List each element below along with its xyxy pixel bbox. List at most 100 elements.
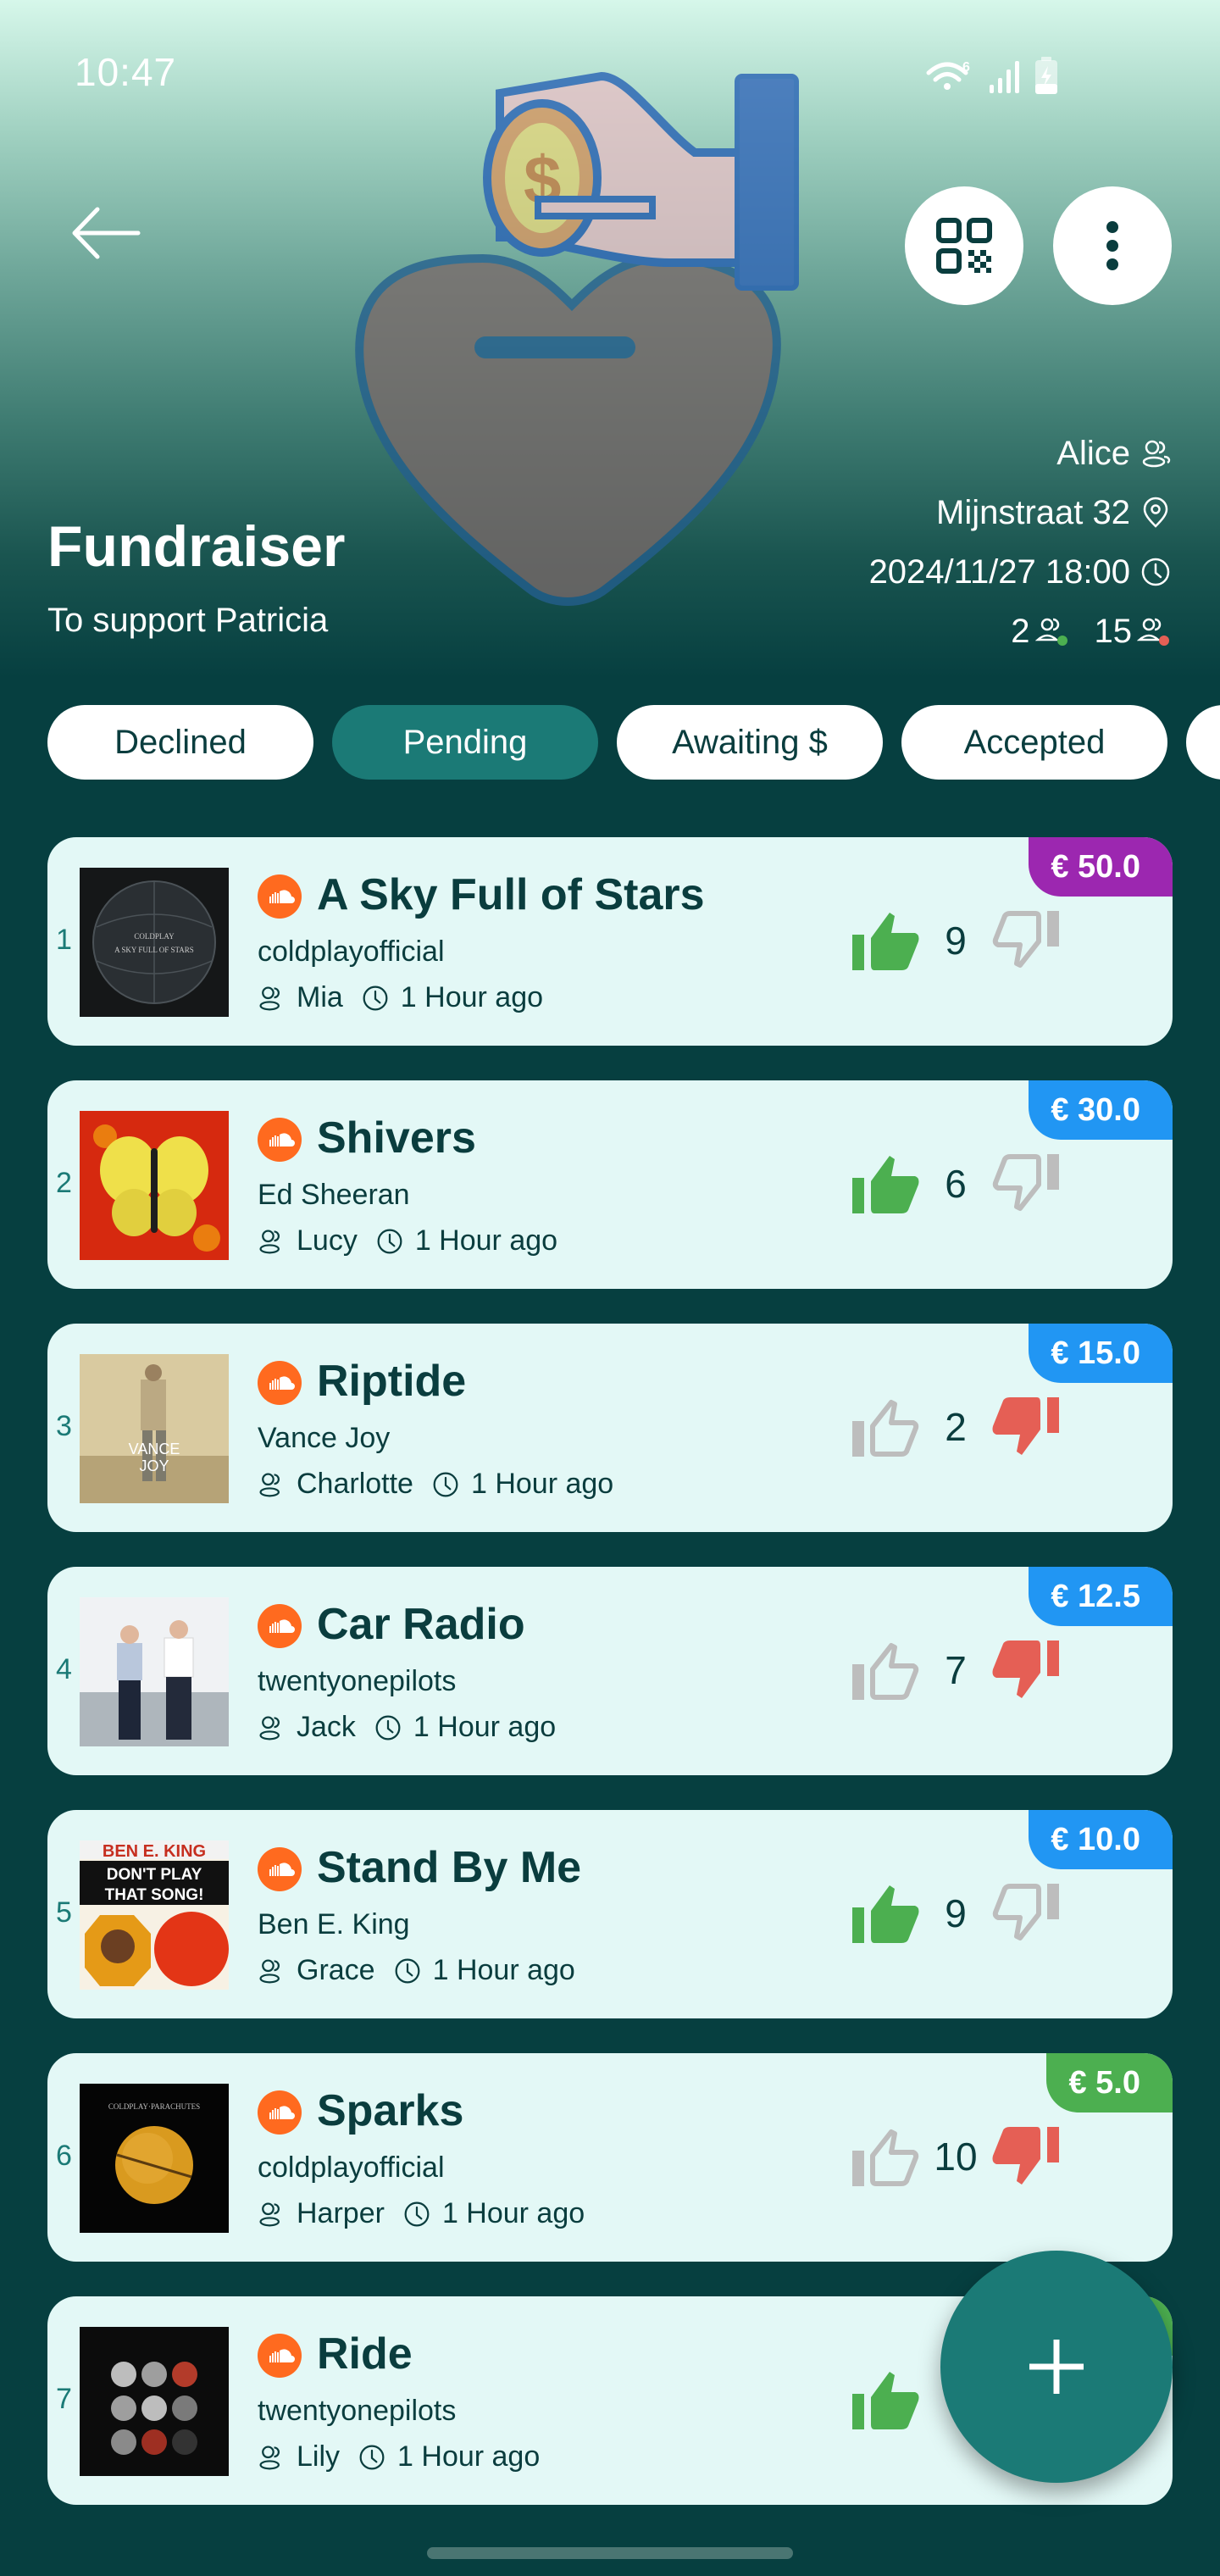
song-title: Stand By Me <box>317 1843 582 1892</box>
thumbs-up-icon <box>852 1885 919 1943</box>
request-info: Charlotte 1 Hour ago <box>258 1468 613 1501</box>
svg-text:THAT SONG!: THAT SONG! <box>105 1886 204 1904</box>
upvote-button[interactable] <box>851 1393 922 1461</box>
downvote-button[interactable] <box>990 1636 1061 1704</box>
upvote-button[interactable] <box>851 2366 922 2434</box>
song-artist: coldplayofficial <box>258 2151 445 2184</box>
requester-user-icon <box>259 1229 280 1253</box>
downvote-button[interactable] <box>990 1879 1061 1947</box>
requester-name: Charlotte <box>297 1468 413 1500</box>
back-button[interactable] <box>59 195 152 271</box>
song-request-card[interactable]: 2 Shivers Ed Sheeran Lucy 1 Hour ago 6 €… <box>47 1080 1173 1289</box>
request-info: Grace 1 Hour ago <box>258 1954 575 1987</box>
rank-number: 5 <box>56 1896 72 1929</box>
song-artist: Vance Joy <box>258 1422 391 1454</box>
more-options-button[interactable] <box>1053 186 1172 305</box>
song-request-card[interactable]: 1 COLDPLAY A SKY FULL OF STARS A Sky Full… <box>47 837 1173 1046</box>
status-tabs: Declined Pending Awaiting $ Accepted <box>47 705 1220 780</box>
riptide-cover: VANCE JOY <box>80 1354 229 1503</box>
request-info: Jack 1 Hour ago <box>258 1711 556 1744</box>
upvote-button[interactable] <box>851 1636 922 1704</box>
request-time: 1 Hour ago <box>400 981 544 1013</box>
vote-controls: 9 <box>851 1879 1061 1947</box>
thumbs-down-icon <box>992 1641 1059 1698</box>
ride-cover <box>80 2327 229 2476</box>
upvote-button[interactable] <box>851 1150 922 1218</box>
clock-icon <box>1141 558 1170 586</box>
price-badge: € 5.0 <box>1046 2053 1173 2112</box>
price-badge: € 30.0 <box>1029 1080 1173 1140</box>
thumbs-up-icon <box>852 1156 919 1213</box>
upvote-button[interactable] <box>851 907 922 974</box>
vote-count: 10 <box>934 2135 978 2179</box>
song-request-card[interactable]: 4 Car Radio twentyonepilots Jack 1 Hour … <box>47 1567 1173 1775</box>
event-subtitle: To support Patricia <box>47 602 329 639</box>
rank-number: 6 <box>56 2140 72 2172</box>
price-badge: € 15.0 <box>1029 1324 1173 1383</box>
rank-number: 7 <box>56 2383 72 2415</box>
downvote-button[interactable] <box>990 2123 1061 2190</box>
attendance-row: 2 15 <box>869 602 1171 661</box>
downvote-button[interactable] <box>990 1150 1061 1218</box>
stand-by-me-cover: BEN E. KING DON'T PLAY THAT SONG! <box>80 1840 229 1990</box>
gesture-nav-handle[interactable] <box>427 2547 793 2559</box>
song-title: Shivers <box>317 1113 476 1163</box>
request-time-icon <box>377 1229 402 1253</box>
request-time-icon <box>359 2445 385 2469</box>
event-title: Fundraiser <box>47 514 346 579</box>
requester-name: Grace <box>297 1954 375 1986</box>
song-artist: Ben E. King <box>258 1908 410 1940</box>
svg-text:BEN E. KING: BEN E. KING <box>103 1842 206 1861</box>
song-request-card[interactable]: 3 VANCE JOY Riptide Vance Joy Charlotte 1… <box>47 1324 1173 1532</box>
request-time: 1 Hour ago <box>397 2440 541 2473</box>
online-count: 2 <box>1011 612 1030 650</box>
song-title: Sparks <box>317 2086 464 2135</box>
request-time: 1 Hour ago <box>414 1224 558 1257</box>
tab-declined[interactable]: Declined <box>47 705 313 780</box>
thumbs-up-icon <box>852 913 919 970</box>
vote-controls: 10 <box>851 2123 1061 2190</box>
datetime-row: 2024/11/27 18:00 <box>869 542 1171 602</box>
tab-accepted[interactable]: Accepted <box>901 705 1167 780</box>
request-time-icon <box>433 1472 458 1496</box>
downvote-button[interactable] <box>990 907 1061 974</box>
rank-number: 4 <box>56 1653 72 1685</box>
svg-text:VANCE: VANCE <box>129 1441 180 1457</box>
add-song-button[interactable] <box>940 2251 1173 2483</box>
upvote-button[interactable] <box>851 1879 922 1947</box>
song-title: Car Radio <box>317 1600 525 1649</box>
svg-text:DON'T PLAY: DON'T PLAY <box>107 1866 202 1884</box>
rank-number: 3 <box>56 1410 72 1442</box>
event-address: Mijnstraat 32 <box>936 493 1130 531</box>
tab-pending[interactable]: Pending <box>332 705 598 780</box>
users-offline-icon <box>1137 618 1169 646</box>
car-radio-cover <box>80 1597 229 1746</box>
downvote-button[interactable] <box>990 1393 1061 1461</box>
requester-user-icon <box>259 1472 280 1496</box>
sky-full-of-stars-cover-image: COLDPLAY A SKY FULL OF STARS <box>80 868 229 1017</box>
vote-count: 7 <box>945 1648 967 1692</box>
request-info: Harper 1 Hour ago <box>258 2197 585 2230</box>
request-info: Lily 1 Hour ago <box>258 2440 540 2473</box>
request-info: Lucy 1 Hour ago <box>258 1224 557 1257</box>
song-artist: coldplayofficial <box>258 935 445 968</box>
rank-number: 1 <box>56 924 72 956</box>
event-meta: Alice Mijnstraat 32 2024/11/27 18:00 2 1… <box>869 424 1171 661</box>
vote-controls: 9 <box>851 907 1061 974</box>
request-time: 1 Hour ago <box>413 1711 557 1743</box>
song-artist: Ed Sheeran <box>258 1179 410 1211</box>
song-request-card[interactable]: 5 BEN E. KING DON'T PLAY THAT SONG! Stand … <box>47 1810 1173 2018</box>
vote-count: 9 <box>945 919 967 963</box>
tab-awaiting-payment[interactable]: Awaiting $ <box>617 705 883 780</box>
vote-controls: 7 <box>851 1636 1061 1704</box>
song-artist: twentyonepilots <box>258 2395 457 2427</box>
request-info: Mia 1 Hour ago <box>258 981 543 1014</box>
tab-more[interactable] <box>1186 705 1220 780</box>
thumbs-down-icon <box>992 1397 1059 1455</box>
price-badge: € 50.0 <box>1029 837 1173 897</box>
song-request-card[interactable]: 6 COLDPLAY·PARACHUTES Sparks coldplayoff… <box>47 2053 1173 2262</box>
request-time-icon <box>375 1715 401 1740</box>
qr-code-button[interactable] <box>905 186 1023 305</box>
svg-text:A SKY FULL OF STARS: A SKY FULL OF STARS <box>114 946 194 954</box>
upvote-button[interactable] <box>851 2123 922 2190</box>
